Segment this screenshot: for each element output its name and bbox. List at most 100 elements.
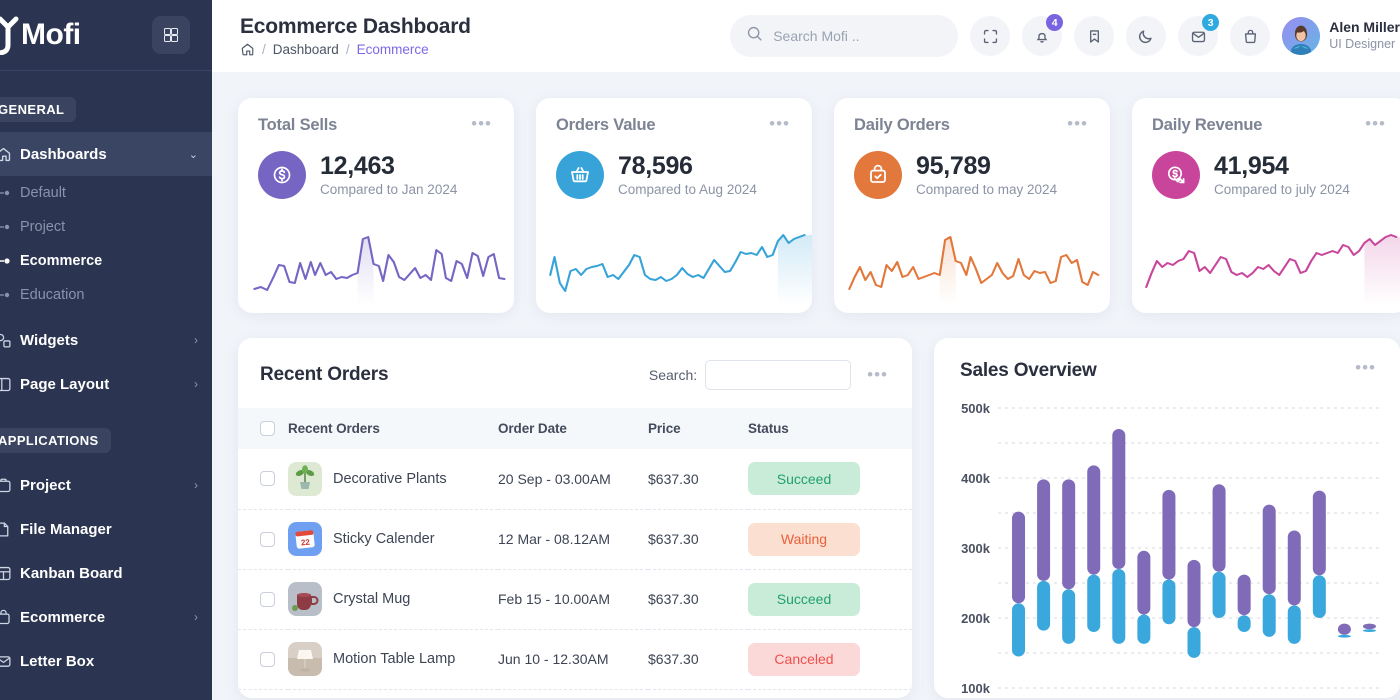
sidebar-subitem-label: Education (20, 287, 85, 303)
sidebar-subitem-label: Ecommerce (20, 253, 103, 269)
user-menu[interactable]: Alen Miller UI Designer (1282, 17, 1400, 55)
sidebar-item-project[interactable]: Project › (0, 463, 212, 507)
sidebar-subitem-project[interactable]: Project (0, 210, 212, 244)
card-subtitle: Compared to Aug 2024 (618, 182, 757, 198)
table-row[interactable]: Motion Table Lamp Jun 10 - 12.30AM $637.… (238, 629, 912, 689)
sales-title: Sales Overview (960, 360, 1097, 381)
table-row[interactable]: 22 Sticky Calender 12 Mar - 08.12AM $637… (238, 509, 912, 569)
apps-grid-icon[interactable] (152, 16, 190, 54)
row-status-cell: Succeed (748, 569, 912, 629)
row-checkbox[interactable] (260, 471, 275, 487)
column-header-price[interactable]: Price (648, 408, 748, 449)
breadcrumb-item-dashboard[interactable]: Dashboard (273, 42, 339, 57)
chevron-right-icon: › (194, 478, 198, 492)
column-header-date[interactable]: Order Date (498, 408, 648, 449)
product-name: Decorative Plants (333, 470, 447, 487)
select-all-header (238, 408, 288, 449)
fullscreen-icon[interactable] (970, 16, 1011, 56)
sidebar-subitem-default[interactable]: Default (0, 176, 212, 210)
card-title: Orders Value (556, 116, 656, 134)
card-menu-icon[interactable]: ••• (767, 115, 792, 132)
sidebar-item-kanban-board[interactable]: Kanban Board (0, 551, 212, 595)
sidebar-item-dashboards[interactable]: Dashboards ⌄ (0, 132, 212, 176)
svg-text:400k: 400k (961, 471, 991, 486)
status-badge: Waiting (748, 522, 860, 556)
sparkline-chart (844, 217, 1110, 305)
row-product-cell: Crystal Mug (288, 569, 498, 629)
orders-search: Search: (648, 360, 852, 390)
lamp-thumb (288, 642, 322, 676)
table-row[interactable]: Decorative Plants 20 Sep - 03.00AM $637.… (238, 449, 912, 509)
orders-header-row: Recent Orders Order Date Price Status (238, 408, 912, 449)
card-value: 78,596 (618, 151, 693, 180)
sidebar-item-widgets[interactable]: Widgets › (0, 318, 212, 362)
orders-search-label: Search: (648, 367, 698, 383)
row-checkbox[interactable] (260, 591, 275, 607)
column-header-name[interactable]: Recent Orders (288, 408, 498, 449)
sidebar-item-label: Ecommerce (20, 608, 106, 626)
card-value: 12,463 (320, 151, 395, 180)
search-input[interactable] (773, 28, 934, 44)
brand-logo[interactable]: Mofi (0, 15, 81, 55)
project-icon (0, 477, 20, 494)
card-title: Total Sells (258, 116, 338, 134)
basket-icon (556, 151, 604, 199)
status-badge: Succeed (748, 462, 860, 496)
chevron-right-icon: › (194, 333, 198, 347)
row-date: 20 Sep - 03.00AM (498, 470, 611, 487)
stat-cards-row: Total Sells ••• 12,463 Compared to Jan 2… (212, 72, 1400, 313)
product-name: Motion Table Lamp (333, 651, 456, 667)
message-icon[interactable]: 3 (1178, 14, 1220, 56)
sidebar-item-label: Kanban Board (20, 564, 123, 582)
stat-card-daily-revenue: Daily Revenue ••• 41,954 Compared to jul… (1132, 98, 1400, 313)
orders-search-input[interactable] (705, 360, 852, 390)
sales-menu-icon[interactable]: ••• (1353, 359, 1378, 376)
orders-table-body: Decorative Plants 20 Sep - 03.00AM $637.… (238, 449, 912, 689)
sparkline-chart (248, 217, 514, 305)
row-date: 12 Mar - 08.12AM (498, 531, 611, 547)
card-body: 95,789 Compared to may 2024 (854, 151, 1090, 199)
row-status-cell: Waiting (748, 509, 912, 569)
table-row[interactable]: Crystal Mug Feb 15 - 10.00AM $637.30 Suc… (238, 569, 912, 629)
sidebar-subitem-education[interactable]: Education (0, 278, 212, 312)
sidebar-item-ecommerce[interactable]: Ecommerce › (0, 595, 212, 639)
chevron-right-icon: › (194, 377, 198, 391)
card-value: 95,789 (916, 151, 991, 180)
sidebar-section-applications: APPLICATIONS (0, 428, 212, 453)
bag-icon[interactable] (1230, 16, 1271, 56)
main-content: Total Sells ••• 12,463 Compared to Jan 2… (212, 72, 1400, 700)
widgets-icon (0, 332, 20, 349)
column-header-status[interactable]: Status (748, 408, 912, 449)
select-all-checkbox[interactable] (260, 421, 275, 436)
card-menu-icon[interactable]: ••• (1065, 115, 1090, 132)
row-checkbox[interactable] (260, 531, 275, 547)
bell-icon[interactable]: 4 (1022, 14, 1064, 56)
home-icon (0, 146, 20, 163)
global-search[interactable] (730, 15, 959, 57)
moon-icon[interactable] (1126, 16, 1167, 56)
sidebar-subitem-ecommerce[interactable]: Ecommerce (0, 244, 212, 278)
card-menu-icon[interactable]: ••• (1363, 115, 1388, 132)
orders-menu-icon[interactable]: ••• (865, 366, 890, 383)
bookmark-icon[interactable] (1074, 16, 1115, 56)
breadcrumb-separator: / (262, 42, 266, 58)
card-values: 12,463 Compared to Jan 2024 (320, 151, 457, 197)
home-icon[interactable] (240, 42, 255, 57)
sidebar-item-letter-box[interactable]: Letter Box (0, 639, 212, 683)
sales-card-header: Sales Overview ••• (934, 338, 1400, 382)
chevron-right-icon: › (194, 610, 198, 624)
row-checkbox[interactable] (260, 651, 275, 667)
sidebar-divider (0, 70, 212, 71)
product-block: 22 Sticky Calender (288, 522, 498, 556)
product-block: Motion Table Lamp (288, 642, 498, 676)
card-header: Daily Orders ••• (854, 115, 1090, 135)
sidebar-item-page-layout[interactable]: Page Layout › (0, 362, 212, 406)
sidebar-item-file-manager[interactable]: File Manager (0, 507, 212, 551)
calendar-thumb: 22 (288, 522, 322, 556)
plant-thumb (288, 461, 322, 496)
sales-bar-chart[interactable]: 500k 400k 300k 200k 100k (934, 396, 1400, 698)
row-product-cell: Decorative Plants (288, 449, 498, 509)
breadcrumb-item-ecommerce[interactable]: Ecommerce (357, 42, 429, 57)
card-menu-icon[interactable]: ••• (469, 115, 494, 132)
status-badge: Canceled (748, 642, 860, 676)
